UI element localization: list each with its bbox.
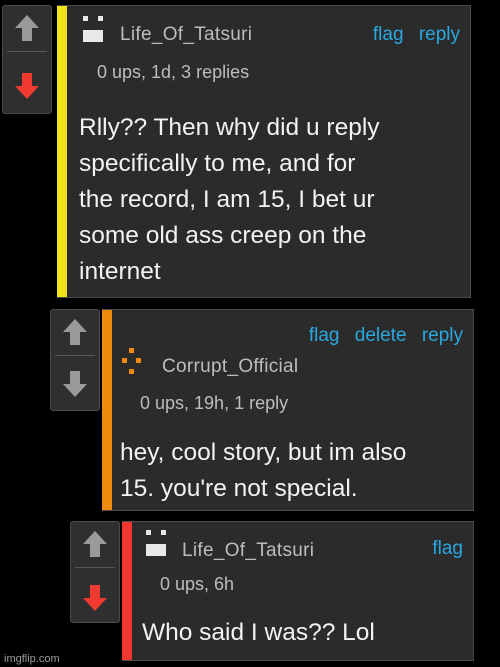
comment-1: Life_Of_Tatsuri 0 ups, 1d, 3 replies fla… [2, 5, 472, 298]
username[interactable]: Corrupt_Official [162, 356, 298, 378]
downvote-button[interactable] [71, 576, 119, 620]
reply-depth-stripe [102, 310, 112, 510]
vote-box [50, 309, 100, 411]
user-avatar-icon [146, 530, 168, 562]
arrow-down-icon [15, 73, 39, 99]
comment-3: Life_Of_Tatsuri 0 ups, 6h flag Who said … [70, 521, 475, 661]
arrow-down-icon [83, 585, 107, 611]
comment-actions: flag reply [363, 24, 460, 46]
comment-card: Life_Of_Tatsuri 0 ups, 1d, 3 replies fla… [57, 5, 471, 298]
flag-link[interactable]: flag [309, 325, 340, 346]
reply-depth-stripe [57, 6, 67, 297]
vote-box [2, 5, 52, 114]
reply-link[interactable]: reply [422, 325, 463, 346]
username[interactable]: Life_Of_Tatsuri [120, 24, 252, 46]
arrow-down-icon [63, 371, 87, 397]
vote-divider [55, 355, 95, 356]
comment-2: Corrupt_Official 0 ups, 19h, 1 reply fla… [50, 309, 475, 511]
comment-actions: flag delete reply [299, 325, 463, 347]
vote-divider [7, 51, 47, 52]
comment-card: Life_Of_Tatsuri 0 ups, 6h flag Who said … [122, 521, 474, 661]
comment-card: Corrupt_Official 0 ups, 19h, 1 reply fla… [102, 309, 474, 511]
reply-link[interactable]: reply [419, 24, 460, 45]
arrow-up-icon [83, 531, 107, 557]
delete-link[interactable]: delete [355, 325, 407, 346]
arrow-up-icon [15, 15, 39, 41]
user-avatar-icon [122, 348, 146, 382]
comment-actions: flag [422, 538, 463, 560]
comment-body: hey, cool story, but im also 15. you're … [120, 439, 407, 502]
comment-meta: 0 ups, 6h [160, 574, 235, 594]
reply-depth-stripe [122, 522, 132, 660]
username[interactable]: Life_Of_Tatsuri [182, 540, 314, 562]
upvote-button[interactable] [71, 522, 119, 566]
upvote-button[interactable] [51, 310, 99, 354]
arrow-up-icon [63, 319, 87, 345]
comment-body: Who said I was?? Lol [142, 619, 375, 646]
user-avatar-icon [83, 16, 105, 48]
flag-link[interactable]: flag [373, 24, 404, 45]
comment-meta: 0 ups, 1d, 3 replies [97, 62, 250, 82]
watermark: imgflip.com [4, 653, 60, 665]
comment-meta: 0 ups, 19h, 1 reply [140, 393, 289, 413]
vote-box [70, 521, 120, 623]
downvote-button[interactable] [51, 362, 99, 406]
upvote-button[interactable] [3, 6, 51, 50]
comment-body: Rlly?? Then why did u reply specifically… [79, 114, 380, 285]
vote-divider [75, 567, 115, 568]
flag-link[interactable]: flag [432, 538, 463, 559]
downvote-button[interactable] [3, 64, 51, 108]
